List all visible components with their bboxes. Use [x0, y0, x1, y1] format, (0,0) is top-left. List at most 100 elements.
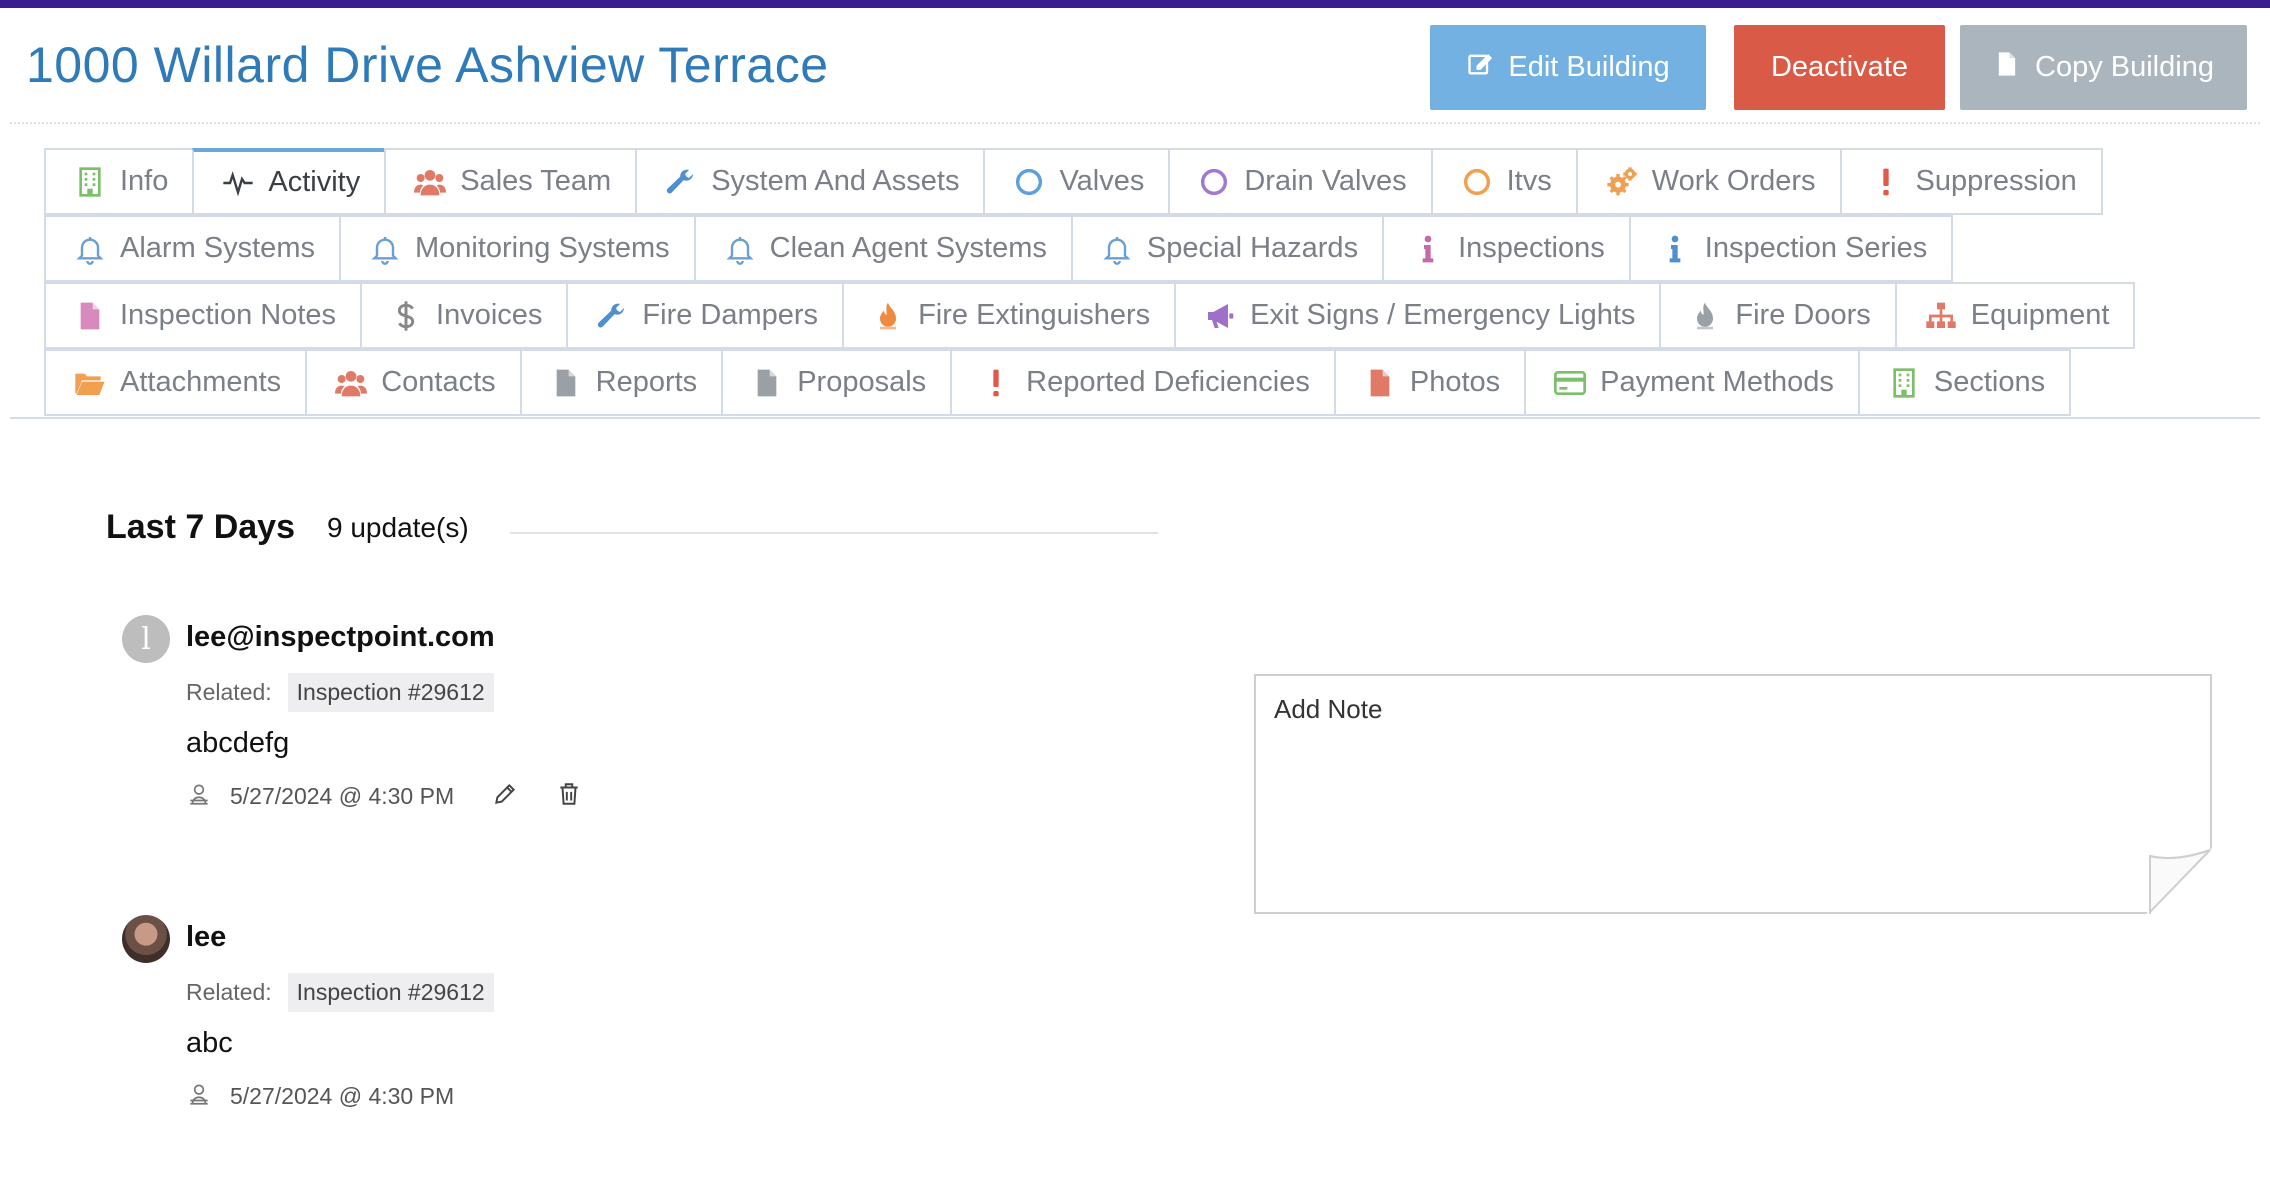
- tab-reports[interactable]: Reports: [519, 349, 724, 416]
- file-icon: [74, 300, 106, 332]
- credit-card-icon: [1554, 367, 1587, 399]
- edit-icon: [1466, 50, 1494, 86]
- bullhorn-icon: [1204, 300, 1236, 332]
- activity-section-header: Last 7 Days 9 update(s): [106, 508, 469, 547]
- tab-label: Exit Signs / Emergency Lights: [1250, 299, 1636, 331]
- tab-label: Sections: [1933, 366, 2046, 398]
- edit-building-button[interactable]: Edit Building: [1430, 25, 1706, 110]
- tab-suppression[interactable]: Suppression: [1839, 148, 2103, 215]
- users-icon: [335, 367, 368, 399]
- tab-sales-team[interactable]: Sales Team: [384, 148, 638, 215]
- tab-invoices[interactable]: Invoices: [360, 282, 569, 349]
- tab-fire-dampers[interactable]: Fire Dampers: [566, 282, 845, 349]
- tab-sections[interactable]: Sections: [1857, 349, 2072, 416]
- file-icon: [1993, 50, 2021, 86]
- tab-contacts[interactable]: Contacts: [305, 349, 522, 416]
- tab-monitoring-systems[interactable]: Monitoring Systems: [338, 215, 696, 282]
- tab-work-orders[interactable]: Work Orders: [1575, 148, 1842, 215]
- tab-inspection-series[interactable]: Inspection Series: [1628, 215, 1954, 282]
- wrench-icon: [665, 166, 697, 198]
- tab-system-and-assets[interactable]: System And Assets: [635, 148, 986, 215]
- pencil-icon[interactable]: [492, 781, 518, 812]
- tab-proposals[interactable]: Proposals: [721, 349, 953, 416]
- deactivate-label: Deactivate: [1770, 51, 1908, 83]
- related-info: Related: Inspection #29612: [186, 973, 494, 1012]
- edit-building-label: Edit Building: [1508, 51, 1670, 83]
- copy-building-label: Copy Building: [2035, 51, 2214, 83]
- tab-label: Activity: [268, 166, 361, 198]
- tab-equipment[interactable]: Equipment: [1894, 282, 2136, 349]
- page-title: 1000 Willard Drive Ashview Terrace: [26, 37, 829, 93]
- tab-row: Inspection Notes Invoices Fire Dampers Fire…: [44, 282, 2246, 351]
- tab-activity[interactable]: Activity: [192, 148, 387, 215]
- tab-label: Reports: [595, 366, 698, 398]
- tab-label: Inspection Series: [1704, 232, 1928, 264]
- tab-inspection-notes[interactable]: Inspection Notes: [44, 282, 363, 349]
- tab-row: Alarm Systems Monitoring Systems Clean Age…: [44, 215, 2246, 284]
- deactivate-button[interactable]: Deactivate: [1734, 25, 1945, 110]
- page-curl-icon: [2146, 848, 2212, 914]
- tab-label: Special Hazards: [1146, 232, 1359, 264]
- tab-drain-valves[interactable]: Drain Valves: [1168, 148, 1433, 215]
- related-link[interactable]: Inspection #29612: [287, 673, 494, 712]
- bell-icon: [74, 233, 106, 265]
- tab-row: Attachments Contacts Reports Proposals Repor…: [44, 349, 2246, 418]
- flame-icon: [872, 300, 904, 332]
- tab-label: Valves: [1059, 165, 1145, 197]
- tab-label: Clean Agent Systems: [769, 232, 1047, 264]
- tab-label: Proposals: [797, 366, 927, 398]
- users-icon: [414, 166, 447, 198]
- circle-icon: [1013, 166, 1045, 198]
- tab-photos[interactable]: Photos: [1333, 349, 1527, 416]
- tab-label: Alarm Systems: [120, 232, 315, 264]
- info-icon: [1412, 233, 1444, 265]
- sitemap-icon: [1925, 300, 1957, 332]
- add-note-placeholder: Add Note: [1274, 694, 1383, 724]
- tab-itvs[interactable]: Itvs: [1430, 148, 1578, 215]
- trash-icon[interactable]: [556, 781, 582, 812]
- tab-label: Work Orders: [1651, 165, 1816, 197]
- add-note-input[interactable]: Add Note: [1254, 674, 2212, 914]
- avatar: l: [122, 615, 170, 663]
- entry-meta: 5/27/2024 @ 4:30 PM: [186, 781, 582, 812]
- tab-label: Itvs: [1506, 165, 1552, 197]
- header-divider: [10, 122, 2260, 124]
- tab-label: Photos: [1409, 366, 1501, 398]
- tab-label: Monitoring Systems: [414, 232, 670, 264]
- avatar: [122, 915, 170, 963]
- page-header: 1000 Willard Drive Ashview Terrace Edit …: [0, 8, 2270, 124]
- tab-clean-agent-systems[interactable]: Clean Agent Systems: [693, 215, 1073, 282]
- file-icon: [751, 367, 783, 399]
- tab-exit-signs-emergency-lights[interactable]: Exit Signs / Emergency Lights: [1174, 282, 1662, 349]
- tab-attachments[interactable]: Attachments: [44, 349, 308, 416]
- tabs-divider: [10, 417, 2260, 419]
- tab-valves[interactable]: Valves: [983, 148, 1171, 215]
- file-icon: [550, 367, 582, 399]
- entry-timestamp: 5/27/2024 @ 4:30 PM: [230, 783, 455, 809]
- entry-text: abc: [186, 1027, 233, 1059]
- tab-label: Fire Doors: [1735, 299, 1871, 331]
- circle-icon: [1461, 166, 1493, 198]
- related-label: Related:: [186, 679, 272, 705]
- tab-fire-extinguishers[interactable]: Fire Extinguishers: [842, 282, 1177, 349]
- tab-label: Reported Deficiencies: [1026, 366, 1310, 398]
- tab-label: Info: [120, 165, 169, 197]
- tab-fire-doors[interactable]: Fire Doors: [1659, 282, 1897, 349]
- tab-alarm-systems[interactable]: Alarm Systems: [44, 215, 341, 282]
- user-icon: [186, 1081, 212, 1112]
- tab-payment-methods[interactable]: Payment Methods: [1524, 349, 1860, 416]
- related-link[interactable]: Inspection #29612: [287, 973, 494, 1012]
- tab-label: System And Assets: [711, 165, 960, 197]
- circle-icon: [1198, 166, 1230, 198]
- tab-special-hazards[interactable]: Special Hazards: [1070, 215, 1385, 282]
- exclamation-icon: [980, 367, 1012, 399]
- tab-reported-deficiencies[interactable]: Reported Deficiencies: [950, 349, 1336, 416]
- tab-inspections[interactable]: Inspections: [1382, 215, 1631, 282]
- tab-info[interactable]: Info: [44, 148, 195, 215]
- copy-building-button[interactable]: Copy Building: [1960, 25, 2247, 110]
- exclamation-icon: [1870, 166, 1902, 198]
- bell-icon: [369, 233, 401, 265]
- section-divider: [510, 532, 1158, 534]
- tab-label: Fire Extinguishers: [918, 299, 1151, 331]
- tab-label: Sales Team: [460, 165, 612, 197]
